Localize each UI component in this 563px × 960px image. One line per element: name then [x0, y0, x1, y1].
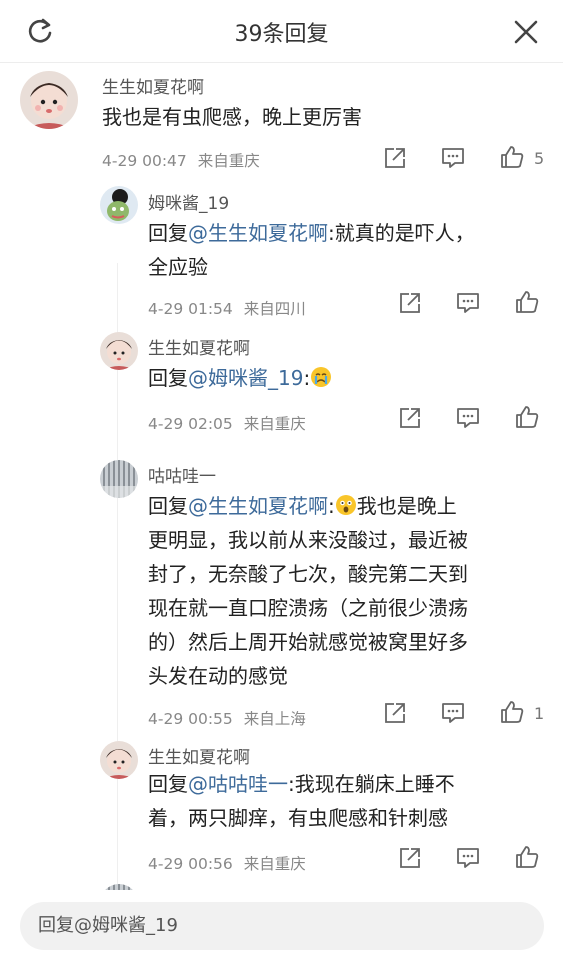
comment-location: 来自重庆 [197, 152, 260, 170]
reply-location: 来自重庆 [243, 415, 306, 433]
replies-list: 生生如夏花啊 我也是有虫爬感，晚上更厉害 4-29 00:47 来自重庆 5 姆… [0, 63, 563, 890]
share-icon[interactable] [382, 700, 408, 726]
share-icon[interactable] [397, 405, 423, 431]
reply-username[interactable]: 姆咪酱_19 [148, 189, 229, 214]
reply-text-line: 全应验 [148, 255, 208, 279]
like-icon[interactable] [499, 699, 525, 725]
reply-text: 回复@姆咪酱_19: [148, 361, 332, 395]
reply-text-line: 的）然后上周开始就感觉被窝里好多 [148, 630, 468, 654]
mention-link[interactable]: @生生如夏花啊 [188, 494, 328, 518]
reply-prefix: 回复 [148, 494, 188, 518]
like-count: 5 [534, 149, 545, 168]
reply-location: 来自上海 [243, 710, 306, 728]
reply-text-part: : [328, 494, 335, 518]
comment-text: 我也是有虫爬感，晚上更厉害 [102, 105, 362, 129]
reply-text: 回复@生生如夏花啊: 我也是晚上 更明显，我以前从来没酸过，最近被 封了，无奈酸了… [148, 489, 468, 693]
reply-input[interactable]: 回复@姆咪酱_19 [20, 902, 544, 950]
astonished-face-emoji [335, 495, 356, 515]
reply-text-line: 头发在动的感觉 [148, 664, 288, 688]
reply-meta: 4-29 02:05 来自重庆 [148, 412, 306, 434]
comment-icon[interactable] [455, 405, 481, 431]
reply-text: 回复@生生如夏花啊:就真的是吓人， 全应验 [148, 216, 475, 284]
reply-location: 来自重庆 [243, 855, 306, 873]
avatar[interactable] [100, 460, 138, 498]
reply-username[interactable]: 生生如夏花啊 [148, 743, 250, 768]
reply-text-line: 更明显，我以前从来没酸过，最近被 [148, 528, 468, 552]
comment-icon[interactable] [455, 290, 481, 316]
close-icon[interactable] [513, 19, 539, 45]
reply-text: 回复@咕咕哇一:我现在躺床上睡不 着，两只脚痒，有虫爬感和针刺感 [148, 767, 455, 835]
like-icon[interactable] [514, 844, 540, 870]
reply-time: 4-29 00:55 [148, 710, 233, 728]
crying-face-emoji [311, 367, 332, 387]
reply-prefix: 回复 [148, 772, 188, 796]
share-icon[interactable] [397, 845, 423, 871]
reply-text-line: 着，两只脚痒，有虫爬感和针刺感 [148, 806, 448, 830]
reply-meta: 4-29 00:55 来自上海 [148, 707, 306, 729]
like-icon[interactable] [514, 289, 540, 315]
like-count: 1 [534, 704, 545, 723]
reply-text-part: 我也是晚上 [356, 494, 457, 518]
reply-text-line: 封了，无奈酸了七次，酸完第二天到 [148, 562, 468, 586]
comment-icon[interactable] [440, 145, 466, 171]
mention-link[interactable]: @咕咕哇一 [188, 772, 288, 796]
reply-text-line: 现在就一直口腔溃疡（之前很少溃疡 [148, 596, 468, 620]
reply-username[interactable]: 生生如夏花啊 [148, 334, 250, 359]
avatar[interactable] [100, 186, 138, 224]
comment-meta: 4-29 00:47 来自重庆 [102, 149, 260, 171]
mention-link[interactable]: @姆咪酱_19 [188, 366, 303, 390]
comment-icon[interactable] [440, 700, 466, 726]
comment-time: 4-29 00:47 [102, 152, 187, 170]
avatar[interactable] [100, 741, 138, 779]
reply-bar: 回复@姆咪酱_19 [0, 890, 563, 960]
share-icon[interactable] [382, 145, 408, 171]
like-icon[interactable] [499, 144, 525, 170]
comment-username[interactable]: 生生如夏花啊 [102, 73, 204, 98]
avatar[interactable] [20, 71, 78, 129]
reply-meta: 4-29 01:54 来自四川 [148, 297, 306, 319]
reply-time: 4-29 01:54 [148, 300, 233, 318]
reply-meta: 4-29 00:56 来自重庆 [148, 852, 306, 874]
reply-username[interactable]: 咕咕哇一 [148, 462, 216, 487]
reply-prefix: 回复 [148, 366, 188, 390]
mention-link[interactable]: @生生如夏花啊 [188, 221, 328, 245]
like-icon[interactable] [514, 404, 540, 430]
reply-time: 4-29 00:56 [148, 855, 233, 873]
avatar[interactable] [100, 332, 138, 370]
reply-location: 来自四川 [243, 300, 306, 318]
reply-prefix: 回复 [148, 221, 188, 245]
dialog-header: 39条回复 [0, 0, 563, 63]
dialog-title: 39条回复 [234, 22, 329, 47]
reply-time: 4-29 02:05 [148, 415, 233, 433]
reply-text-part: :我现在躺床上睡不 [288, 772, 455, 796]
reply-text-part: :就真的是吓人， [328, 221, 475, 245]
comment-icon[interactable] [455, 845, 481, 871]
share-icon[interactable] [397, 290, 423, 316]
reply-text-part: : [303, 366, 311, 390]
